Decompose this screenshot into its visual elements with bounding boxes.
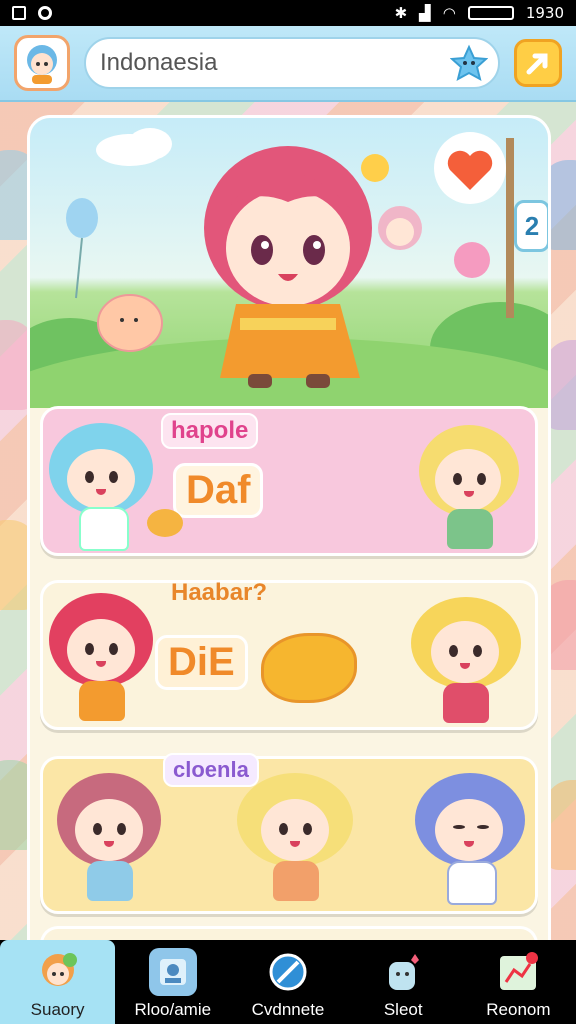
nav-label: Reonom — [486, 1000, 551, 1019]
battery-icon — [467, 6, 514, 20]
top-bar: Indonaesia — [0, 26, 576, 102]
notification-icon — [38, 6, 52, 20]
hero-illustration — [30, 128, 548, 498]
nav-label: Suaory — [30, 1000, 85, 1019]
chart-icon — [494, 948, 542, 996]
search-input[interactable]: Indonaesia — [100, 49, 450, 77]
character-figure[interactable] — [49, 423, 159, 553]
next-section-peek — [40, 926, 538, 940]
signal-icon: ▟ — [419, 4, 431, 22]
badge-counter[interactable]: 2 — [514, 200, 548, 252]
nav-item-rloo-amie[interactable]: Rloo/amie — [115, 940, 230, 1024]
food-mascot — [147, 509, 183, 537]
nav-label: Rloo/amie — [134, 1000, 212, 1019]
character-icon — [34, 948, 82, 996]
toy-icon — [379, 948, 427, 996]
nav-item-cvdnnete[interactable]: Cvdnnete — [230, 940, 345, 1024]
side-character — [544, 340, 576, 430]
block-icon — [264, 948, 312, 996]
search-bar[interactable]: Indonaesia — [84, 37, 500, 89]
side-character — [544, 780, 576, 870]
profile-avatar[interactable] — [14, 35, 70, 91]
star-icon[interactable] — [450, 44, 488, 82]
bluetooth-icon: ✱ — [394, 4, 408, 22]
character-figure[interactable] — [419, 425, 529, 555]
character-figure[interactable] — [237, 773, 361, 907]
status-bar: ✱ ▟ ◠ 1930 — [0, 0, 576, 26]
nav-item-reonom[interactable]: Reonom — [461, 940, 576, 1024]
photo-icon — [148, 948, 197, 996]
nav-label: Cvdnnete — [251, 1000, 325, 1019]
content-feed[interactable]: 2 hapole Daf Haabar? DiE cloenla — [30, 118, 548, 940]
section-card[interactable]: hapole Daf — [40, 406, 538, 556]
wifi-icon: ◠ — [442, 4, 456, 22]
nav-item-sleot[interactable]: Sleot — [346, 940, 461, 1024]
section-title: hapole — [161, 413, 259, 449]
nav-label: Sleot — [383, 1000, 423, 1019]
nav-item-suaory[interactable]: Suaory — [0, 940, 116, 1024]
bottom-nav: Suaory Rloo/amie Cvdnnete Sleot Reonom — [0, 940, 576, 1024]
character-figure[interactable] — [411, 597, 527, 727]
section-card[interactable]: cloenla — [40, 753, 538, 914]
arrow-button[interactable] — [514, 39, 562, 87]
hero-banner[interactable]: 2 — [30, 118, 548, 498]
mango-mascot — [261, 633, 357, 703]
section-word: Daf — [173, 463, 264, 518]
section-word: DiE — [155, 635, 248, 690]
character-figure[interactable] — [49, 593, 159, 727]
section-title: Haabar? — [171, 579, 268, 606]
character-figure[interactable] — [415, 773, 531, 907]
gallery-icon — [12, 6, 26, 20]
character-figure[interactable] — [57, 773, 167, 907]
avatar-icon — [27, 45, 57, 84]
section-card[interactable]: Haabar? DiE — [40, 579, 538, 730]
status-time: 1930 — [525, 4, 564, 22]
arrow-icon — [526, 53, 548, 75]
